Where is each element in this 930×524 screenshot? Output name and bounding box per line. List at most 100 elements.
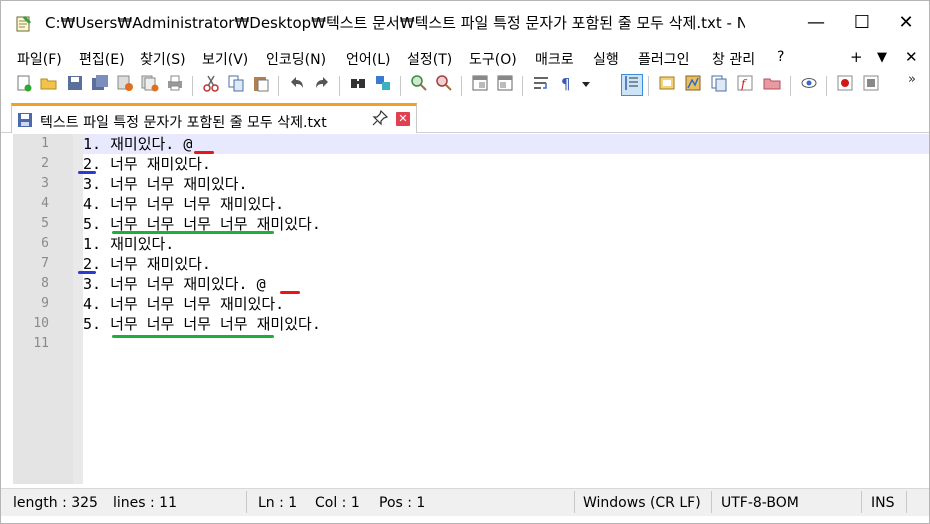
redo-icon bbox=[313, 74, 331, 96]
close-file-button[interactable] bbox=[114, 74, 136, 96]
open-file-icon bbox=[40, 74, 58, 96]
zoom-out-button[interactable] bbox=[433, 74, 455, 96]
status-pos: Pos : 1 bbox=[379, 495, 426, 511]
document-tab[interactable]: 텍스트 파일 특정 문자가 포함된 줄 모두 삭제.txt ✕ bbox=[11, 103, 417, 133]
status-length: length : 325 bbox=[13, 495, 98, 511]
save-button[interactable] bbox=[64, 74, 86, 96]
menu-tools[interactable]: 도구(O) bbox=[469, 49, 517, 69]
close-window-button[interactable]: ✕ bbox=[883, 1, 929, 43]
close-icon: ✕ bbox=[898, 11, 914, 33]
replace-icon bbox=[374, 74, 392, 96]
user-lang-icon bbox=[658, 74, 676, 96]
pin-icon[interactable] bbox=[372, 109, 389, 130]
show-chars-dropdown[interactable] bbox=[579, 74, 593, 96]
sync-horizontal-button[interactable] bbox=[494, 74, 516, 96]
doc-map-button[interactable] bbox=[682, 74, 704, 96]
redo-button[interactable] bbox=[311, 74, 333, 96]
toolbar-separator bbox=[826, 76, 827, 96]
zoom-in-icon bbox=[410, 74, 428, 96]
indent-guide-icon bbox=[623, 74, 641, 96]
folder-workspace-button[interactable] bbox=[761, 74, 783, 96]
save-all-icon bbox=[91, 74, 109, 96]
line-number: 5 bbox=[41, 216, 49, 231]
function-list-icon: f bbox=[736, 74, 754, 96]
text-line[interactable]: 2. 너무 재미있다. bbox=[83, 154, 929, 174]
doc-list-button[interactable] bbox=[708, 74, 730, 96]
text-line[interactable]: 4. 너무 너무 너무 재미있다. bbox=[83, 194, 929, 214]
notepad-app-icon bbox=[15, 14, 33, 32]
eye-icon bbox=[800, 74, 818, 96]
green-underline-mark bbox=[112, 231, 274, 234]
title-bar[interactable]: C:₩Users₩Administrator₩Desktop₩텍스트 문서₩텍스… bbox=[1, 1, 929, 43]
menu-encoding[interactable]: 인코딩(N) bbox=[266, 49, 326, 69]
status-mode[interactable]: INS bbox=[871, 495, 895, 511]
line-number: 2 bbox=[41, 156, 49, 171]
show-all-chars-button[interactable]: ¶ bbox=[555, 74, 577, 96]
cut-button[interactable] bbox=[200, 74, 222, 96]
paste-button[interactable] bbox=[250, 74, 272, 96]
text-line[interactable]: 4. 너무 너무 너무 재미있다. bbox=[83, 294, 929, 314]
new-tab-plus-icon[interactable]: + bbox=[850, 48, 863, 66]
doc-map-icon bbox=[684, 74, 702, 96]
menu-file[interactable]: 파일(F) bbox=[17, 49, 62, 69]
line-number: 9 bbox=[41, 296, 49, 311]
toolbar: ¶ f » bbox=[1, 72, 929, 100]
save-all-button[interactable] bbox=[89, 74, 111, 96]
toolbar-separator bbox=[192, 76, 193, 96]
status-encoding[interactable]: UTF-8-BOM bbox=[721, 495, 799, 511]
copy-button[interactable] bbox=[225, 74, 247, 96]
word-wrap-button[interactable] bbox=[530, 74, 552, 96]
text-line[interactable]: 3. 너무 너무 재미있다. @ bbox=[83, 274, 929, 294]
minimize-button[interactable]: — bbox=[793, 1, 839, 43]
show-all-chars-icon: ¶ bbox=[557, 74, 575, 96]
menu-window[interactable]: 창 관리 bbox=[712, 49, 755, 69]
red-underline-mark bbox=[194, 151, 214, 154]
toolbar-overflow-icon[interactable]: » bbox=[908, 72, 916, 87]
close-all-icon bbox=[141, 74, 159, 96]
record-macro-button[interactable] bbox=[834, 74, 856, 96]
find-button[interactable] bbox=[347, 74, 369, 96]
toolbar-separator bbox=[648, 76, 649, 96]
stop-record-button[interactable] bbox=[860, 74, 882, 96]
text-line[interactable]: 5. 너무 너무 너무 너무 재미있다. bbox=[83, 314, 929, 334]
user-lang-button[interactable] bbox=[656, 74, 678, 96]
close-doc-icon[interactable]: ✕ bbox=[905, 48, 918, 66]
menu-settings[interactable]: 설정(T) bbox=[407, 49, 452, 69]
menu-macro[interactable]: 매크로 bbox=[535, 49, 574, 69]
text-line[interactable]: 2. 너무 재미있다. bbox=[83, 254, 929, 274]
toolbar-separator bbox=[339, 76, 340, 96]
menu-run[interactable]: 실행 bbox=[593, 49, 619, 69]
close-all-button[interactable] bbox=[139, 74, 161, 96]
menu-search[interactable]: 찾기(S) bbox=[140, 49, 186, 69]
maximize-button[interactable]: ☐ bbox=[839, 1, 885, 43]
paste-icon bbox=[252, 74, 270, 96]
print-button[interactable] bbox=[164, 74, 186, 96]
text-line[interactable]: 3. 너무 너무 재미있다. bbox=[83, 174, 929, 194]
status-lines: lines : 11 bbox=[113, 495, 177, 511]
menu-plugins[interactable]: 플러그인 bbox=[638, 49, 690, 69]
monitor-button[interactable] bbox=[798, 74, 820, 96]
menu-language[interactable]: 언어(L) bbox=[346, 49, 390, 69]
text-line[interactable]: 1. 재미있다. bbox=[83, 234, 929, 254]
function-list-button[interactable]: f bbox=[734, 74, 756, 96]
menu-edit[interactable]: 편집(E) bbox=[79, 49, 125, 69]
window-title: C:₩Users₩Administrator₩Desktop₩텍스트 문서₩텍스… bbox=[45, 14, 745, 32]
replace-button[interactable] bbox=[372, 74, 394, 96]
close-icon bbox=[116, 74, 134, 96]
tab-list-down-icon[interactable]: ▼ bbox=[877, 50, 887, 65]
menu-view[interactable]: 보기(V) bbox=[202, 49, 248, 69]
stop-record-icon bbox=[862, 74, 880, 96]
undo-button[interactable] bbox=[286, 74, 308, 96]
open-file-button[interactable] bbox=[38, 74, 60, 96]
new-file-icon bbox=[15, 74, 33, 96]
line-number: 6 bbox=[41, 236, 49, 251]
fold-margin bbox=[73, 134, 83, 484]
zoom-in-button[interactable] bbox=[408, 74, 430, 96]
editor-area[interactable]: 1 2 3 4 5 6 7 8 9 10 11 1. 재미있다. @ 2. 너무… bbox=[13, 134, 929, 484]
tab-close-button[interactable]: ✕ bbox=[396, 112, 410, 126]
indent-guide-button[interactable] bbox=[621, 74, 643, 96]
new-file-button[interactable] bbox=[13, 74, 35, 96]
sync-vertical-button[interactable] bbox=[469, 74, 491, 96]
menu-help[interactable]: ? bbox=[777, 49, 784, 65]
status-eol[interactable]: Windows (CR LF) bbox=[583, 495, 701, 511]
